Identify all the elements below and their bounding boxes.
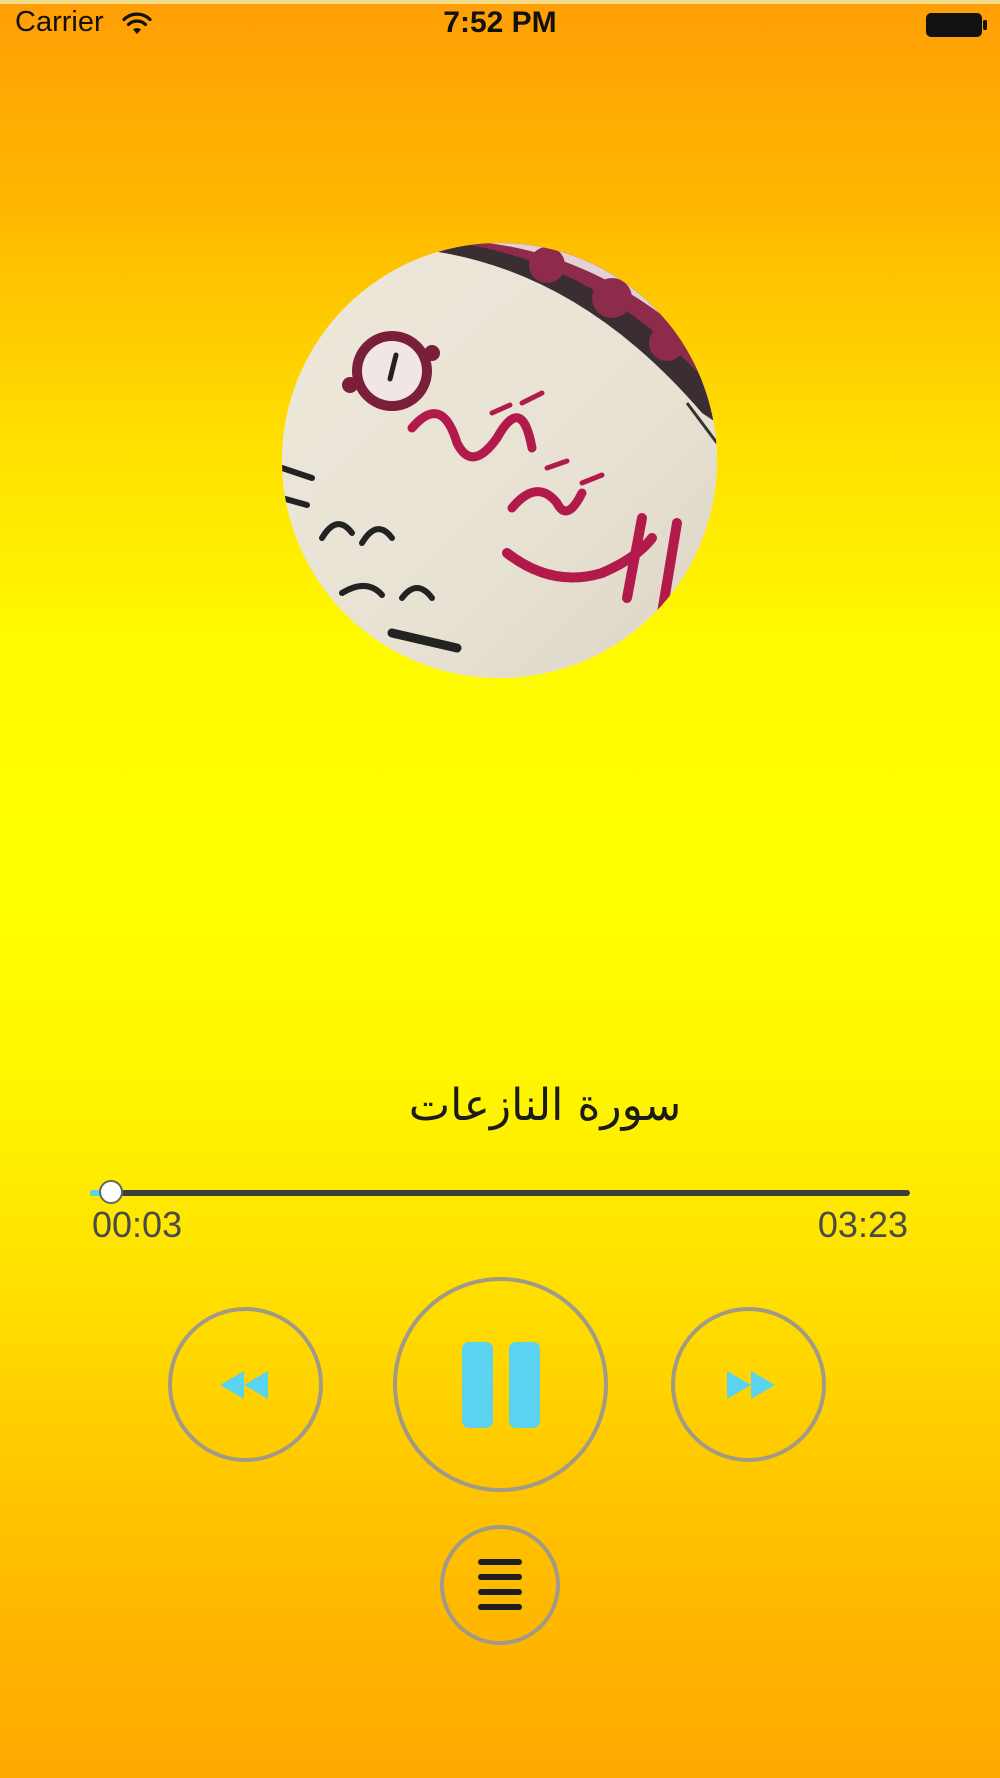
status-bar: Carrier 7:52 PM bbox=[0, 0, 1000, 50]
progress-thumb[interactable] bbox=[98, 1180, 123, 1204]
playlist-button[interactable] bbox=[440, 1525, 560, 1645]
rewind-button[interactable] bbox=[168, 1307, 323, 1462]
pause-button[interactable] bbox=[393, 1277, 608, 1492]
track-title: سورة النازعات bbox=[408, 1080, 682, 1131]
elapsed-time: 00:03 bbox=[92, 1204, 183, 1245]
pause-icon bbox=[461, 1341, 540, 1428]
status-clock: 7:52 PM bbox=[443, 6, 557, 39]
total-duration: 03:23 bbox=[817, 1204, 908, 1245]
fast-forward-icon bbox=[726, 1370, 775, 1399]
album-art bbox=[282, 243, 717, 678]
list-icon bbox=[478, 1559, 522, 1610]
rewind-icon bbox=[219, 1370, 268, 1399]
progress-slider[interactable] bbox=[90, 1180, 910, 1204]
fast-forward-button[interactable] bbox=[671, 1307, 826, 1462]
album-art-image bbox=[282, 243, 717, 678]
battery-icon bbox=[926, 13, 987, 37]
